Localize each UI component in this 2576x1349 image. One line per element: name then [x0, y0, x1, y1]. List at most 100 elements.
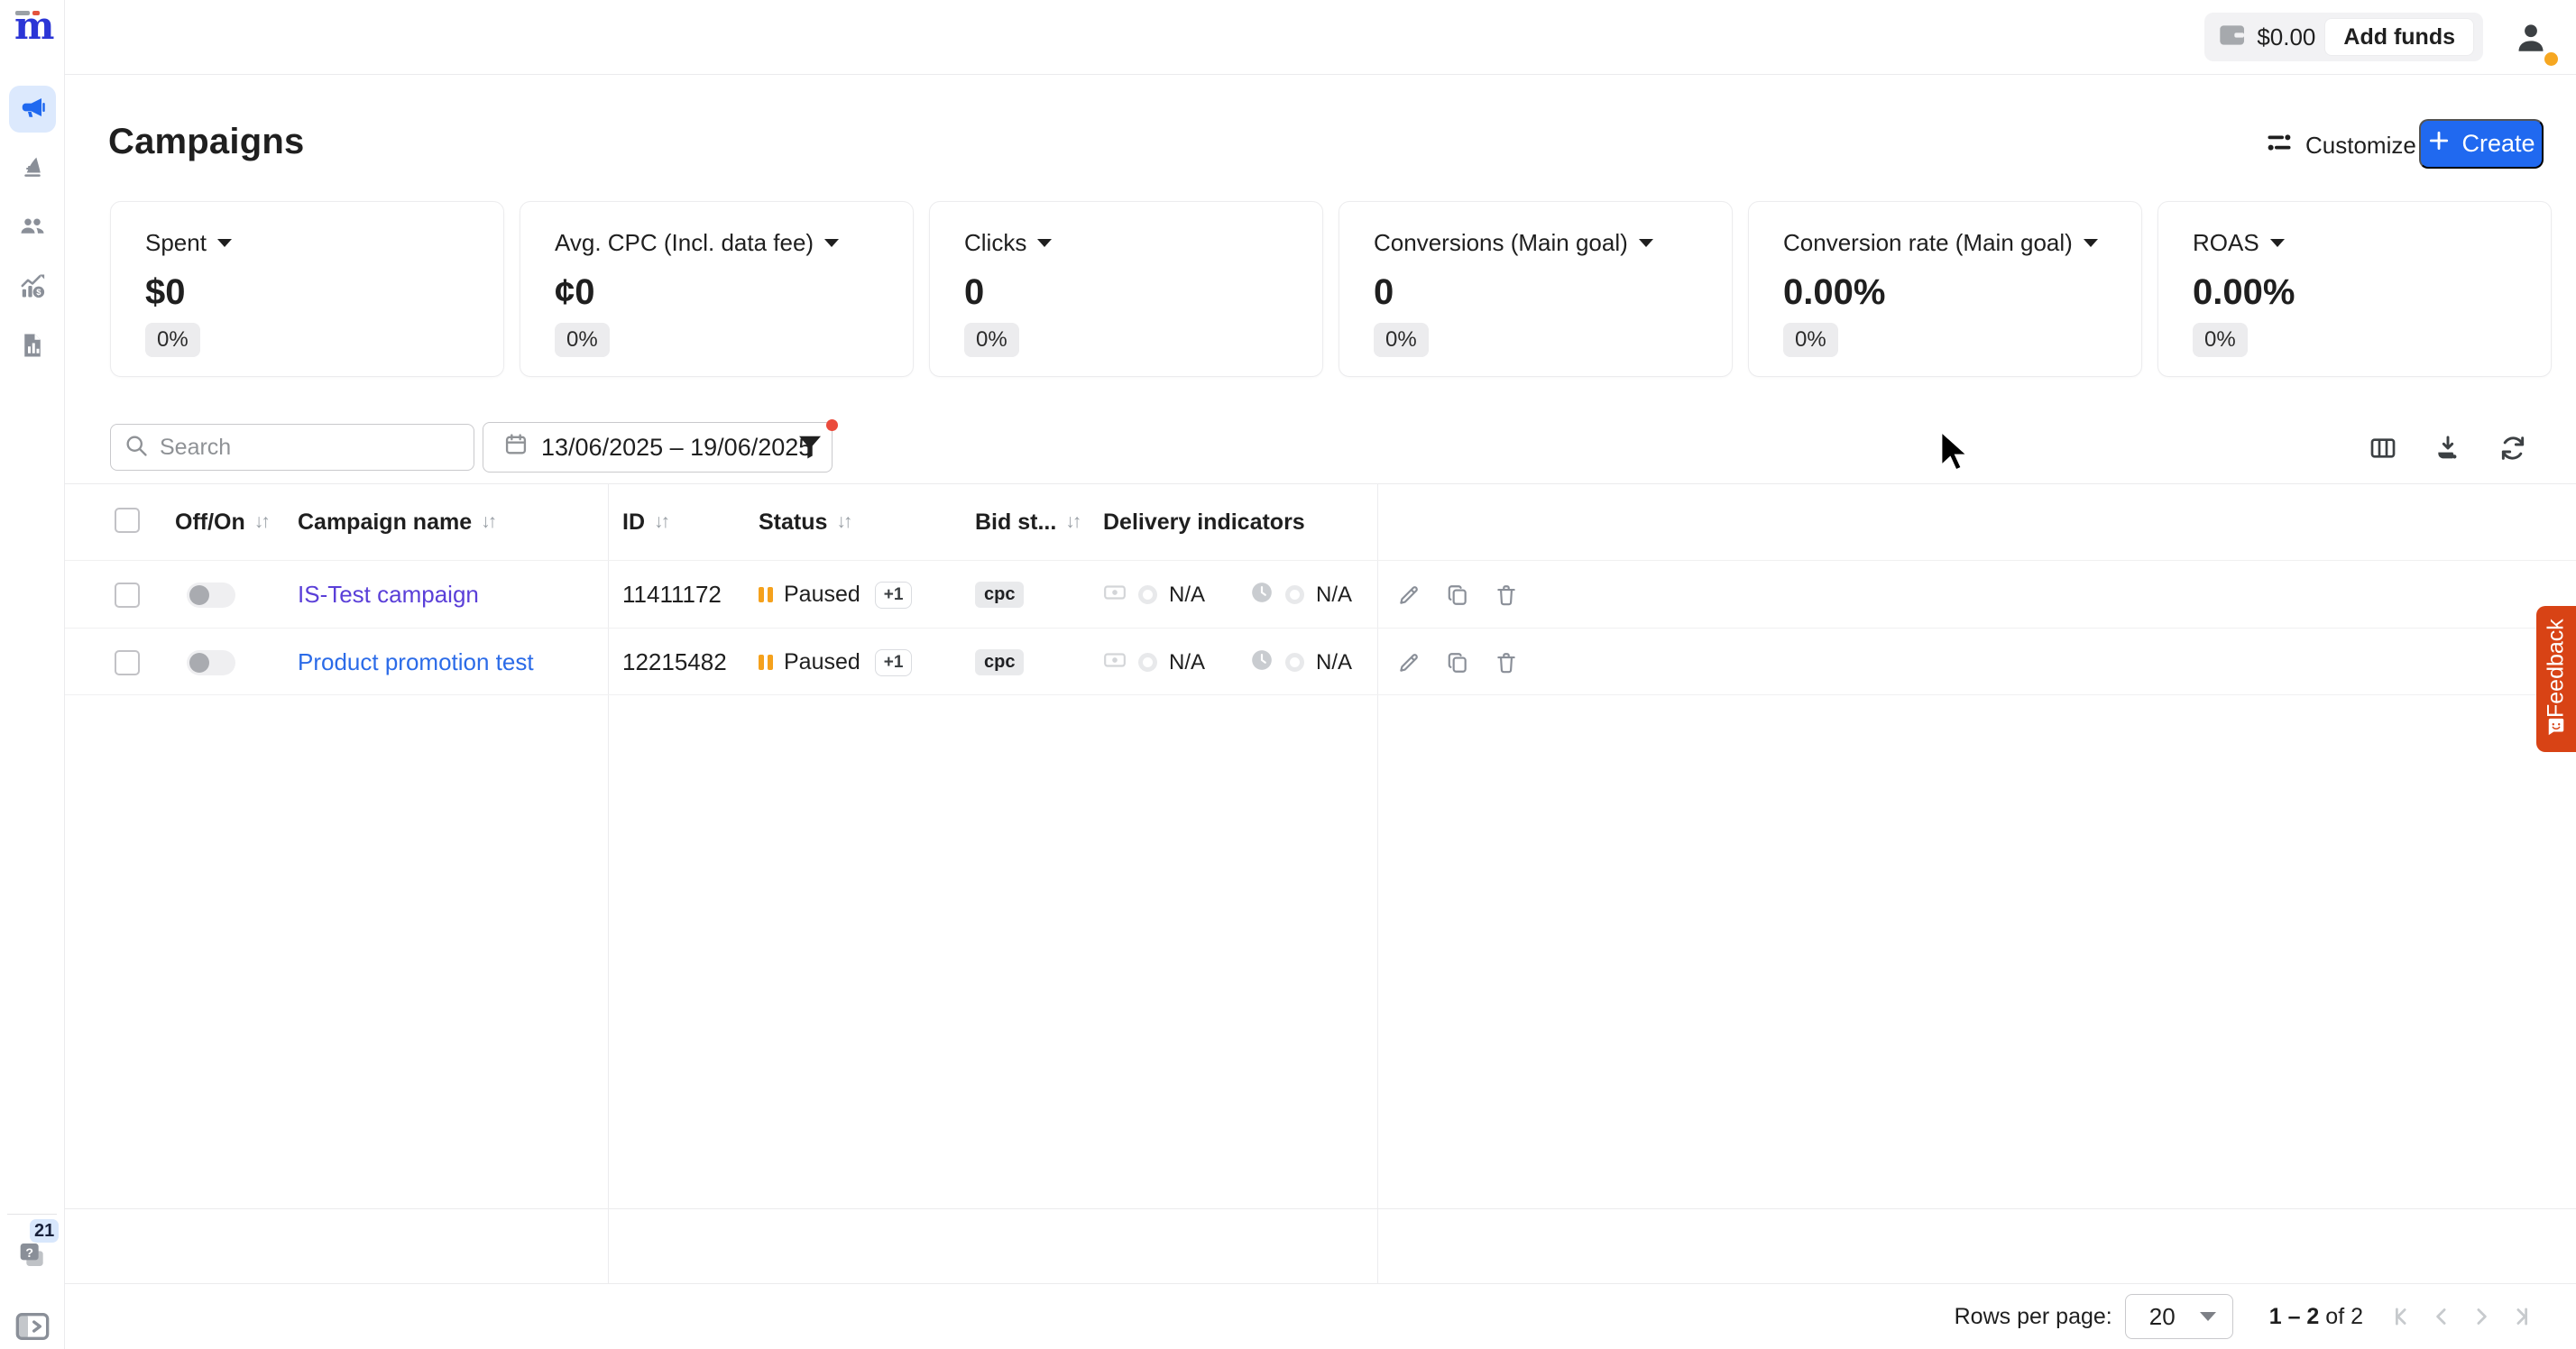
- metric-selector[interactable]: Spent: [145, 229, 232, 257]
- budget-indicator-value: N/A: [1169, 583, 1205, 608]
- wallet-icon: [2219, 23, 2248, 52]
- next-page-icon[interactable]: [2468, 1303, 2495, 1330]
- rows-per-page-label: Rows per page:: [1955, 1304, 2112, 1330]
- duplicate-icon[interactable]: [1446, 651, 1469, 674]
- report-document-icon: [19, 332, 46, 363]
- user-menu-icon[interactable]: [2515, 20, 2547, 54]
- customize-button[interactable]: Customize: [2266, 131, 2416, 161]
- sidebar-item-statistics[interactable]: $: [9, 264, 56, 311]
- status-extra-badge[interactable]: +1: [875, 582, 913, 609]
- kpi-card-clicks: Clicks 0 0%: [929, 201, 1323, 377]
- sidebar-divider: [7, 1214, 57, 1215]
- row-checkbox[interactable]: [115, 583, 140, 608]
- status-extra-badge[interactable]: +1: [875, 649, 913, 676]
- feedback-label: Feedback: [2536, 619, 2576, 718]
- budget-indicator-icon: [1103, 648, 1127, 676]
- budget-progress-ring: [1138, 585, 1157, 604]
- sidebar-item-reports[interactable]: [9, 324, 56, 371]
- fin-icon: [19, 152, 46, 184]
- feedback-tab[interactable]: Feedback: [2536, 606, 2576, 752]
- create-button[interactable]: Create: [2419, 119, 2544, 169]
- bid-type-chip: cpc: [975, 582, 1024, 608]
- campaign-name-link[interactable]: IS-Test campaign: [298, 581, 479, 609]
- sidebar-item-creatives[interactable]: [9, 144, 56, 191]
- metric-selector[interactable]: Conversions (Main goal): [1374, 229, 1653, 257]
- metric-selector[interactable]: Conversion rate (Main goal): [1783, 229, 2098, 257]
- column-header-status[interactable]: Status↓↑: [759, 484, 850, 560]
- metric-selector[interactable]: Clicks: [964, 229, 1052, 257]
- sort-icon: ↓↑: [654, 511, 667, 533]
- chevron-down-icon: [217, 239, 232, 247]
- search-input[interactable]: [160, 435, 461, 461]
- campaign-toggle[interactable]: [187, 583, 235, 608]
- expand-sidebar-icon[interactable]: [14, 1311, 51, 1346]
- budget-indicator-value: N/A: [1169, 650, 1205, 675]
- refresh-icon[interactable]: [2498, 434, 2527, 463]
- create-label: Create: [2461, 130, 2535, 158]
- add-funds-button[interactable]: Add funds: [2324, 18, 2474, 56]
- metric-change-badge: 0%: [555, 323, 610, 357]
- delete-icon[interactable]: [1495, 583, 1518, 607]
- sidebar-item-audiences[interactable]: [9, 204, 56, 251]
- metric-change-badge: 0%: [1783, 323, 1838, 357]
- last-page-icon[interactable]: [2507, 1303, 2535, 1330]
- chevron-down-icon: [2200, 1312, 2216, 1321]
- sort-icon: ↓↑: [1065, 511, 1079, 533]
- balance-amount: $0.00: [2257, 23, 2315, 51]
- previous-page-icon[interactable]: [2428, 1303, 2455, 1330]
- download-icon[interactable]: [2433, 434, 2462, 463]
- feedback-chat-icon: [2546, 717, 2566, 741]
- row-checkbox[interactable]: [115, 650, 140, 675]
- time-indicator-value: N/A: [1316, 583, 1352, 608]
- delete-icon[interactable]: [1495, 651, 1518, 674]
- metric-value: 0.00%: [2193, 272, 2295, 313]
- table-row: IS-Test campaign 11411172 Paused +1 cpc …: [65, 560, 2576, 628]
- sort-icon: ↓↑: [254, 511, 268, 533]
- select-all-checkbox[interactable]: [115, 508, 140, 533]
- svg-text:?: ?: [25, 1246, 33, 1261]
- metric-selector[interactable]: Avg. CPC (Incl. data fee): [555, 229, 839, 257]
- sidebar-item-campaigns[interactable]: [9, 86, 56, 133]
- people-icon: [19, 212, 46, 243]
- column-header-campaign-name[interactable]: Campaign name↓↑: [298, 484, 494, 560]
- rows-per-page-select[interactable]: 20: [2125, 1294, 2233, 1339]
- logo-letter: m: [14, 7, 54, 45]
- date-range-button[interactable]: 13/06/2025 – 19/06/2025: [483, 422, 833, 473]
- metric-selector[interactable]: ROAS: [2193, 229, 2285, 257]
- column-header-delivery-indicators: Delivery indicators: [1103, 484, 1305, 560]
- column-header-id[interactable]: ID↓↑: [622, 484, 667, 560]
- campaign-toggle[interactable]: [187, 650, 235, 675]
- pagination-bar: Rows per page: 20 1 – 2 of 2: [65, 1283, 2576, 1349]
- page-range-label: 1 – 2 of 2: [2269, 1304, 2363, 1330]
- topbar: $0.00 Add funds: [65, 0, 2576, 75]
- time-progress-ring: [1285, 653, 1304, 672]
- time-progress-ring: [1285, 585, 1304, 604]
- table-header: Off/On↓↑ Campaign name↓↑ ID↓↑ Status↓↑ B…: [65, 484, 2576, 560]
- duplicate-icon[interactable]: [1446, 583, 1469, 607]
- status-label: Paused: [784, 649, 860, 675]
- column-header-bid-strategy[interactable]: Bid st...↓↑: [975, 484, 1079, 560]
- svg-text:$: $: [36, 288, 41, 297]
- first-page-icon[interactable]: [2388, 1303, 2415, 1330]
- filter-button[interactable]: [794, 430, 830, 466]
- sidebar: m $ 21 ?: [0, 0, 65, 1349]
- kpi-card-spent: Spent $0 0%: [110, 201, 504, 377]
- main-content: Campaigns Customize Create Spent $0 0% A…: [65, 75, 2576, 1349]
- balance-pill: $0.00 Add funds: [2204, 13, 2483, 61]
- calendar-icon: [503, 432, 529, 463]
- rows-per-page-value: 20: [2149, 1303, 2176, 1331]
- metric-change-badge: 0%: [145, 323, 200, 357]
- brand-logo[interactable]: m: [14, 5, 51, 49]
- time-indicator-value: N/A: [1316, 650, 1352, 675]
- edit-icon[interactable]: [1397, 583, 1421, 607]
- edit-icon[interactable]: [1397, 651, 1421, 674]
- megaphone-icon: [19, 94, 46, 125]
- table-row: Product promotion test 12215482 Paused +…: [65, 628, 2576, 695]
- sort-icon: ↓↑: [836, 511, 850, 533]
- columns-icon[interactable]: [2369, 434, 2397, 463]
- metric-value: $0: [145, 272, 186, 313]
- column-header-off-on[interactable]: Off/On↓↑: [175, 484, 268, 560]
- campaign-name-link[interactable]: Product promotion test: [298, 648, 534, 676]
- help-chat-icon[interactable]: ?: [14, 1239, 51, 1280]
- select-all-cell: [115, 484, 140, 552]
